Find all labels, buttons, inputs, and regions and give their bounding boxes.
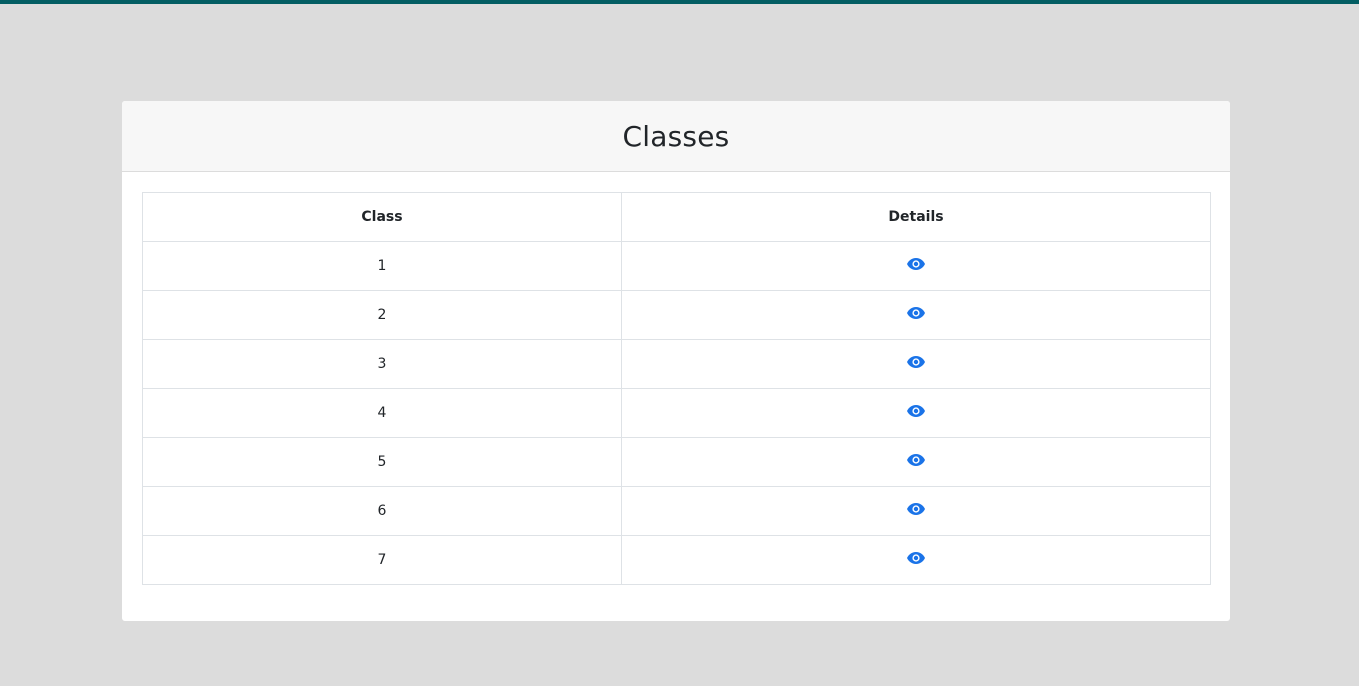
eye-icon	[907, 552, 925, 564]
class-cell: 7	[142, 535, 622, 585]
table-row: 1	[142, 241, 1211, 291]
view-details-button[interactable]	[907, 503, 925, 515]
table-row: 5	[142, 437, 1211, 487]
class-cell: 6	[142, 486, 622, 536]
table-header-row: Class Details	[142, 192, 1211, 242]
top-accent-bar	[0, 0, 1359, 4]
details-cell	[621, 486, 1211, 536]
details-cell	[621, 388, 1211, 438]
view-details-button[interactable]	[907, 356, 925, 368]
class-cell: 2	[142, 290, 622, 340]
table-row: 7	[142, 535, 1211, 585]
view-details-button[interactable]	[907, 454, 925, 466]
card-header: Classes	[122, 101, 1230, 172]
view-details-button[interactable]	[907, 552, 925, 564]
eye-icon	[907, 454, 925, 466]
classes-table: Class Details 1 2 3 4 5 6 7	[142, 192, 1211, 585]
eye-icon	[907, 503, 925, 515]
view-details-button[interactable]	[907, 405, 925, 417]
class-cell: 1	[142, 241, 622, 291]
eye-icon	[907, 405, 925, 417]
class-cell: 5	[142, 437, 622, 487]
eye-icon	[907, 307, 925, 319]
view-details-button[interactable]	[907, 258, 925, 270]
table-row: 6	[142, 486, 1211, 536]
table-row: 4	[142, 388, 1211, 438]
table-row: 2	[142, 290, 1211, 340]
classes-card: Classes Class Details 1 2 3 4 5 6 7	[122, 101, 1230, 621]
eye-icon	[907, 356, 925, 368]
details-cell	[621, 437, 1211, 487]
details-cell	[621, 241, 1211, 291]
details-cell	[621, 290, 1211, 340]
details-cell	[621, 535, 1211, 585]
table-row: 3	[142, 339, 1211, 389]
details-column-header: Details	[621, 192, 1211, 242]
class-column-header: Class	[142, 192, 622, 242]
details-cell	[621, 339, 1211, 389]
classes-table-wrapper: Class Details 1 2 3 4 5 6 7	[142, 192, 1211, 585]
class-cell: 3	[142, 339, 622, 389]
class-cell: 4	[142, 388, 622, 438]
page-title: Classes	[622, 119, 730, 153]
view-details-button[interactable]	[907, 307, 925, 319]
eye-icon	[907, 258, 925, 270]
